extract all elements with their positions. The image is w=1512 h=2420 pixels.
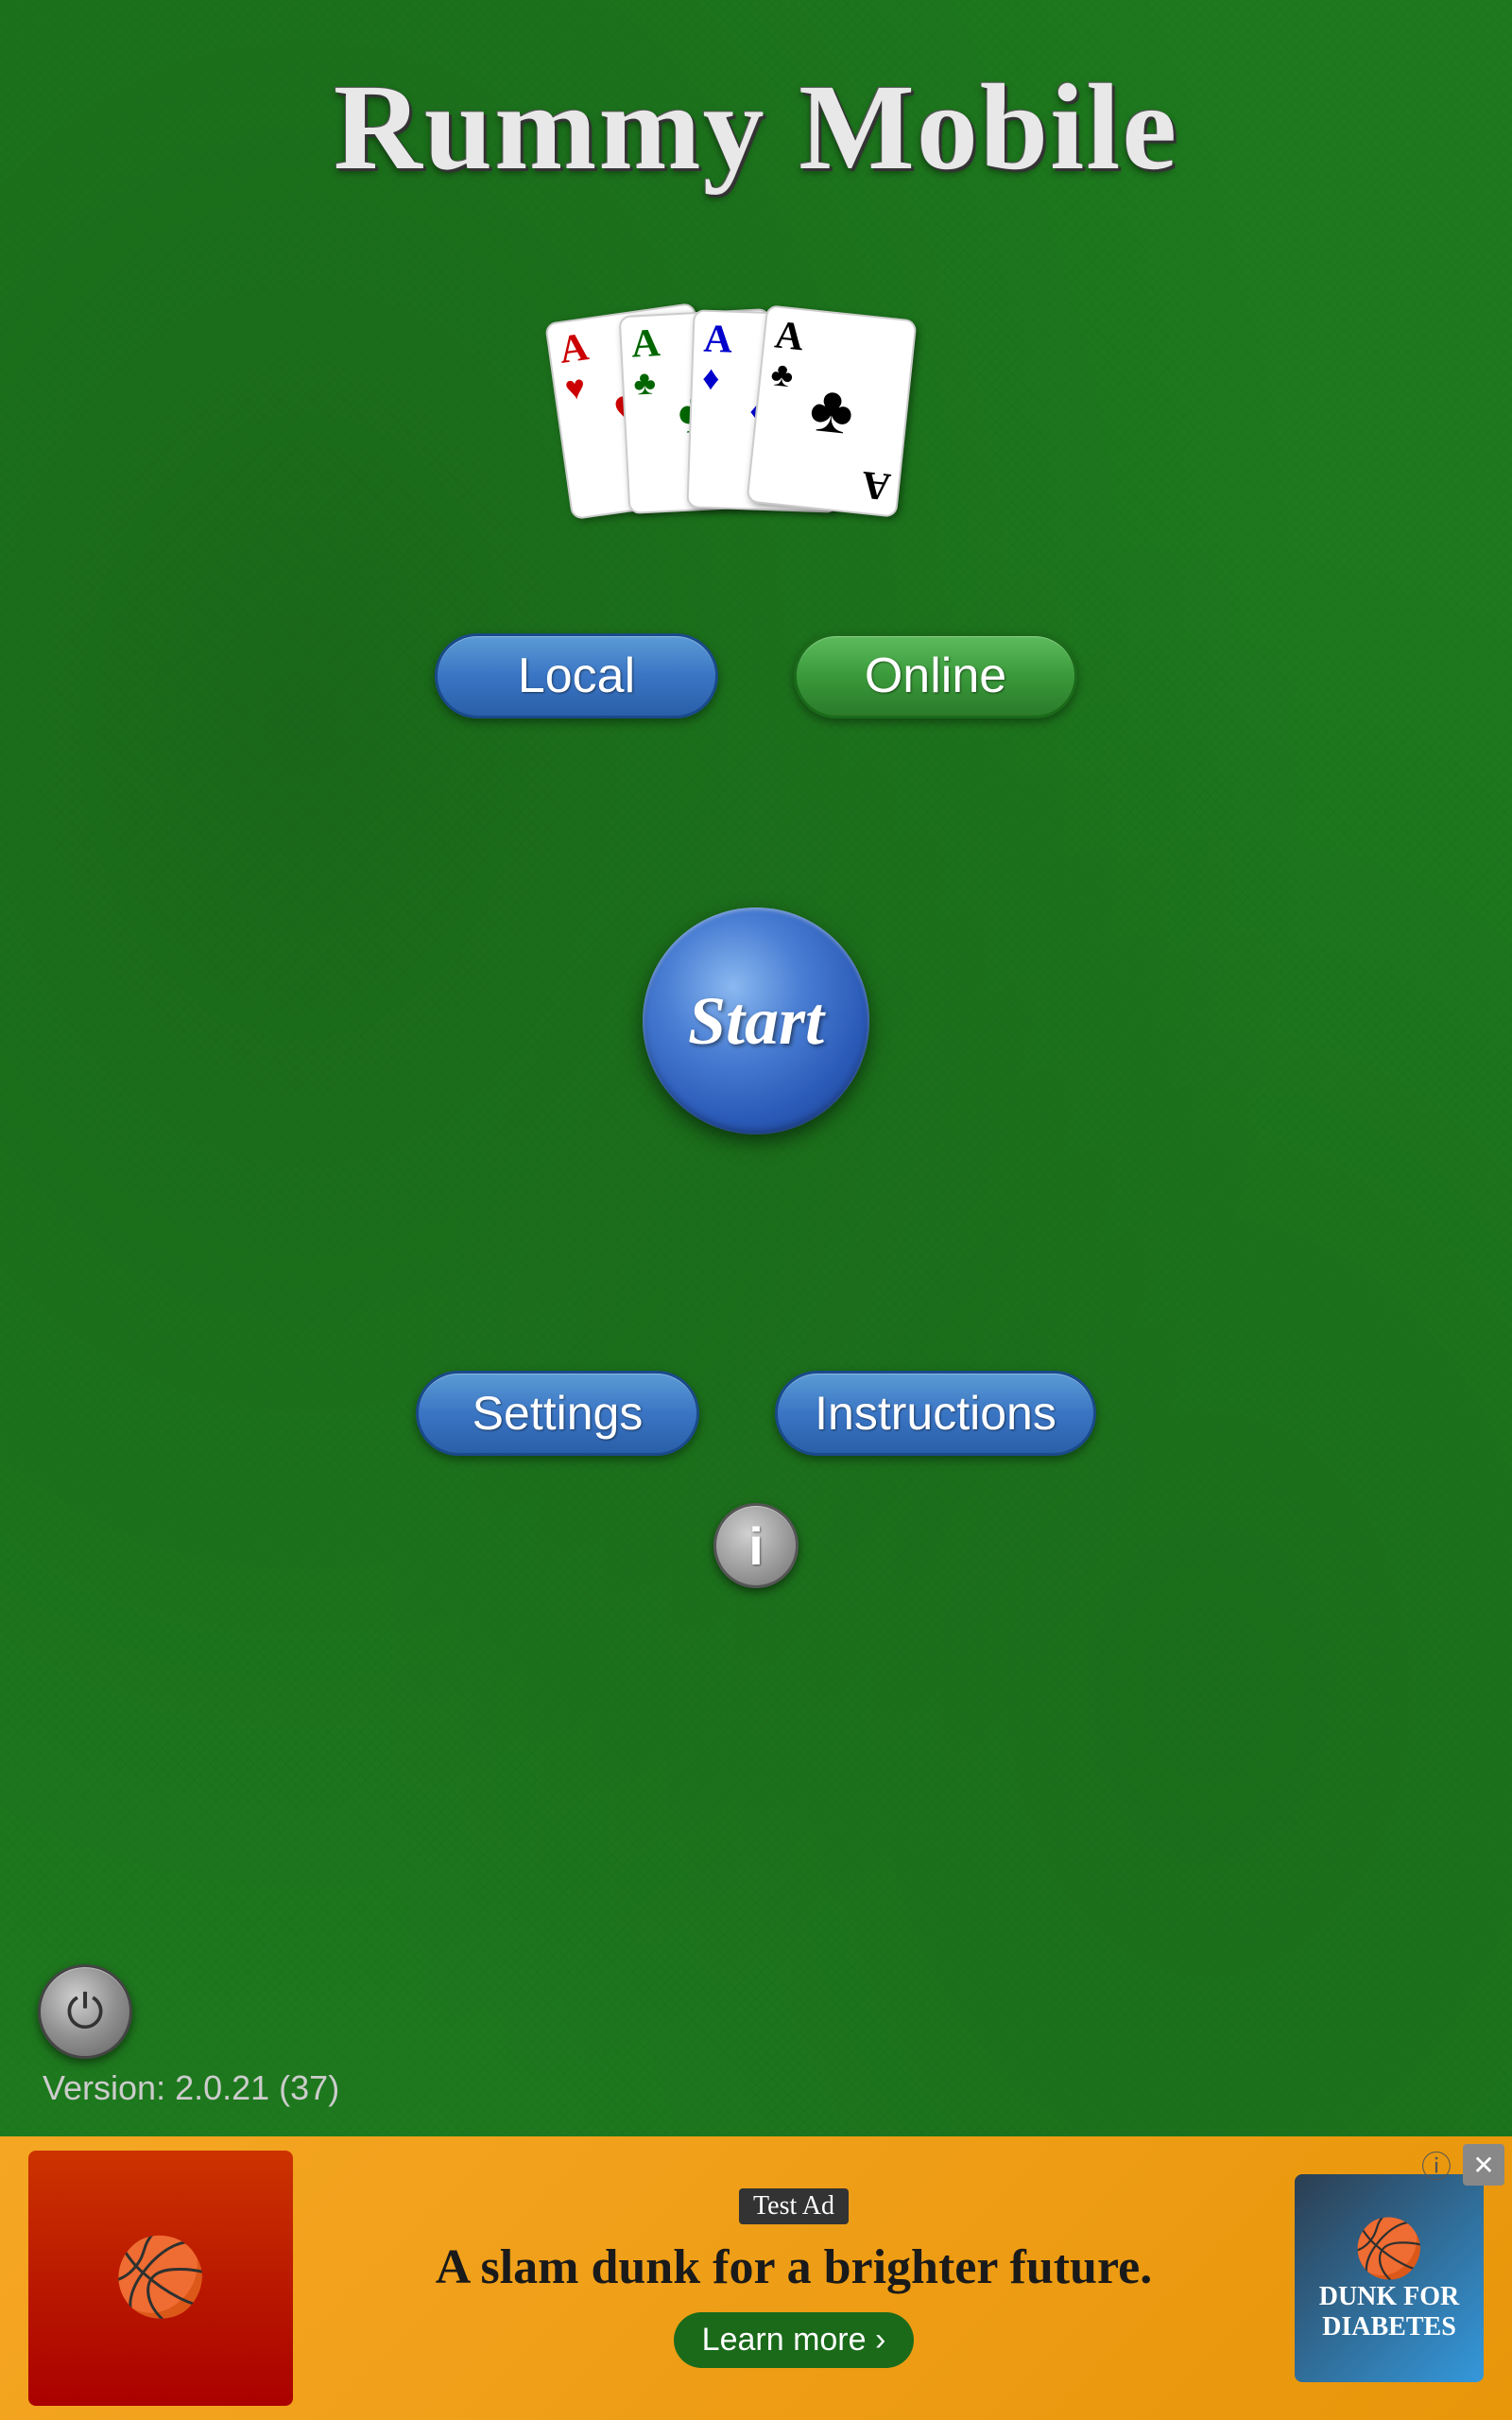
ad-right-image: 🏀 DUNK FORDIABETES bbox=[1295, 2174, 1484, 2382]
app-title: Rummy Mobile bbox=[334, 57, 1178, 199]
bottom-buttons: Settings Instructions bbox=[416, 1371, 1096, 1456]
local-button[interactable]: Local bbox=[435, 633, 718, 718]
version-label: Version: 2.0.21 (37) bbox=[43, 2068, 339, 2108]
start-button-container: Start bbox=[643, 908, 869, 1134]
ad-banner: 🏀 Test Ad A slam dunk for a brighter fut… bbox=[0, 2136, 1512, 2420]
power-section: ⏻ Version: 2.0.21 (37) bbox=[38, 1964, 339, 2108]
info-button-container: i bbox=[713, 1503, 799, 1588]
ad-image: 🏀 bbox=[28, 2151, 293, 2406]
main-container: Rummy Mobile A ♥ ♥ A A ♣ ♣ A A ♦ ♦ A A ♣… bbox=[0, 0, 1512, 2420]
mode-buttons: Local Online bbox=[435, 633, 1077, 718]
ad-info-button[interactable]: ⓘ bbox=[1416, 2144, 1457, 2186]
online-button[interactable]: Online bbox=[794, 633, 1077, 718]
ad-cta-button[interactable]: Learn more › bbox=[674, 2312, 915, 2368]
ad-headline: A slam dunk for a brighter future. bbox=[321, 2238, 1266, 2297]
ad-test-label: Test Ad bbox=[739, 2188, 849, 2224]
ad-right-text: DUNK FORDIABETES bbox=[1319, 2282, 1460, 2342]
instructions-button[interactable]: Instructions bbox=[775, 1371, 1096, 1456]
ad-close-button[interactable]: ✕ bbox=[1463, 2144, 1504, 2186]
start-button[interactable]: Start bbox=[643, 908, 869, 1134]
card-4: A ♣ ♣ A bbox=[746, 304, 917, 518]
cards-image: A ♥ ♥ A A ♣ ♣ A A ♦ ♦ A A ♣ ♣ A bbox=[558, 312, 954, 501]
settings-button[interactable]: Settings bbox=[416, 1371, 699, 1456]
power-icon: ⏻ bbox=[66, 1984, 104, 2040]
ad-content: Test Ad A slam dunk for a brighter futur… bbox=[293, 2188, 1295, 2367]
info-button[interactable]: i bbox=[713, 1503, 799, 1588]
power-button[interactable]: ⏻ bbox=[38, 1964, 132, 2059]
